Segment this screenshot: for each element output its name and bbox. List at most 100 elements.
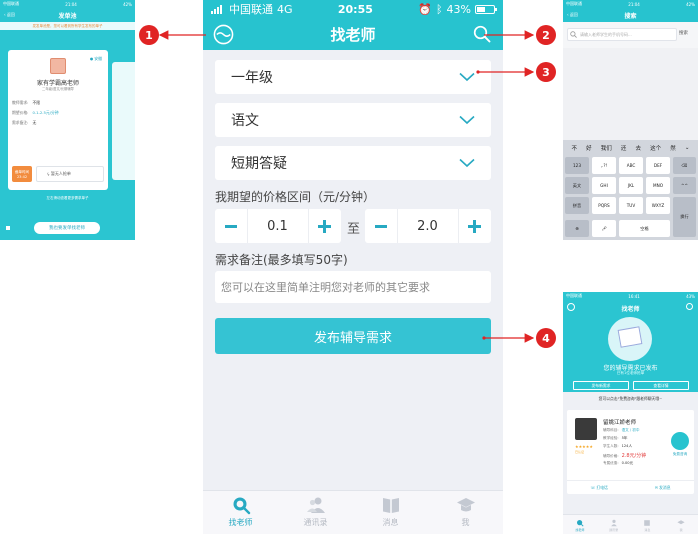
published-subtitle: 已有1位老师抢单: [616, 371, 645, 375]
price-min-stepper: 0.1: [215, 209, 341, 243]
tab-contacts[interactable]: 通讯录: [278, 491, 353, 534]
results-area: [563, 48, 698, 140]
tutoring-type-select[interactable]: 短期答疑: [215, 146, 491, 180]
teacher-subtitle: 二年级/语文/长期辅导: [42, 87, 74, 91]
space-key[interactable]: 空格: [619, 220, 670, 237]
order-card[interactable]: ● 安徽 家有学霸高老师 二年级/语文/长期辅导 教师需求: 不限 期望价格: 0.…: [8, 50, 108, 190]
signal-icon: [211, 4, 222, 14]
minus-icon[interactable]: [225, 224, 237, 228]
menu-icon[interactable]: [6, 226, 10, 230]
tab-me[interactable]: 我: [664, 515, 698, 534]
candidate[interactable]: 然: [670, 144, 676, 152]
row-label: 教师需求:: [12, 100, 29, 105]
grade-select[interactable]: 一年级: [215, 60, 491, 94]
key[interactable]: PQRS: [592, 197, 616, 214]
battery-level: 42%: [686, 1, 695, 7]
candidate[interactable]: 不: [572, 144, 578, 152]
publish-order-button[interactable]: 我也要发单找老师: [34, 222, 100, 234]
candidate[interactable]: 还: [621, 144, 627, 152]
enter-key[interactable]: 换行: [673, 197, 696, 237]
tab-messages[interactable]: 消息: [353, 491, 428, 534]
request-published-screen: 中国联通 16:41 43% 找老师 您的辅导需求已发布 已有1位老师抢单 发布…: [563, 292, 698, 534]
delete-key[interactable]: ⌫: [673, 157, 696, 174]
key[interactable]: 英文: [565, 177, 589, 194]
candidate[interactable]: 我们: [601, 144, 612, 152]
emoji-key[interactable]: ^^: [673, 177, 696, 194]
minus-icon[interactable]: [375, 224, 387, 228]
chevron-down-icon[interactable]: ⌄: [685, 145, 690, 151]
key[interactable]: ,.?!: [592, 157, 616, 174]
clock: 21:04: [65, 1, 77, 7]
chat-icon[interactable]: [671, 432, 689, 450]
key[interactable]: 123: [565, 157, 589, 174]
row-label: 辅导价格:: [603, 454, 619, 458]
plus-icon[interactable]: [318, 219, 331, 233]
candidate[interactable]: 这个: [650, 144, 661, 152]
plus-icon[interactable]: [468, 219, 481, 233]
tutoring-type-value: 短期答疑: [231, 156, 287, 172]
microphone-key[interactable]: 🎤︎: [592, 220, 616, 237]
tab-label: 我: [461, 518, 470, 527]
key[interactable]: GHI: [592, 177, 616, 194]
subject-select[interactable]: 语文: [215, 103, 491, 137]
key[interactable]: 拼音: [565, 197, 589, 214]
tab-bar: 找老师 通讯录 消息 我: [563, 514, 698, 534]
message-button[interactable]: ✉ 发消息: [655, 485, 671, 491]
find-teacher-screen: 中国联通 4G 20:55 ⏰ ᛒ 43% 找老师 一年级 语文 短期答疑 我期…: [203, 0, 503, 534]
key[interactable]: DEF: [646, 157, 670, 174]
view-details-button[interactable]: 查看详情: [633, 381, 689, 390]
row-label: 专属优惠:: [603, 461, 619, 465]
tab-find-teacher[interactable]: 找老师: [563, 515, 597, 534]
teacher-name: 留姚江娇老师: [603, 420, 637, 426]
battery-level: 42%: [123, 1, 132, 7]
row-value: 无: [32, 120, 37, 125]
search-input[interactable]: 请输入老师学生的手机号码...: [567, 28, 677, 41]
call-button[interactable]: ☏ 打电话: [590, 485, 607, 491]
deadline-time: 23:42: [16, 174, 28, 179]
key[interactable]: JKL: [619, 177, 643, 194]
avatar: [575, 418, 597, 440]
key[interactable]: MNO: [646, 177, 670, 194]
claim-label: 暂无人抢单: [50, 171, 71, 176]
tab-label: 找老师: [575, 528, 585, 532]
tab-messages[interactable]: 消息: [631, 515, 665, 534]
menu-icon[interactable]: [567, 303, 575, 311]
key[interactable]: TUV: [619, 197, 643, 214]
price-max-value[interactable]: 2.0: [417, 219, 438, 234]
next-order-card[interactable]: [112, 62, 135, 180]
globe-key[interactable]: ⊕: [565, 220, 589, 237]
tab-label: 消息: [644, 528, 651, 532]
new-request-button[interactable]: 发布新需求: [573, 381, 629, 390]
key[interactable]: ABC: [619, 157, 643, 174]
key[interactable]: WXYZ: [646, 197, 670, 214]
search-icon[interactable]: [686, 303, 693, 310]
chevron-down-icon: [459, 72, 475, 82]
consult-tip: 您可以点击"免费咨询"跟老师聊天哦~: [598, 396, 663, 401]
callout-1: 1: [139, 25, 159, 45]
candidate[interactable]: 好: [586, 144, 592, 152]
message-label: 发消息: [659, 484, 671, 490]
card-actions: ☏ 打电话 ✉ 发消息: [567, 480, 694, 494]
remark-input[interactable]: 您可以在这里简单注明您对老师的其它要求: [215, 271, 491, 303]
alarm-icon: ⏰: [418, 2, 432, 16]
price-max-stepper: 2.0: [365, 209, 491, 243]
candidate[interactable]: 去: [635, 144, 641, 152]
callout-3: 3: [536, 62, 556, 82]
tab-label: 找老师: [228, 518, 253, 527]
teacher-card[interactable]: ★★★★★ 已认证 留姚江娇老师 辅导科目: 语文 / 初中 教学经验: 5年 学生…: [567, 410, 694, 494]
battery-icon: [475, 4, 497, 14]
search-button[interactable]: 搜索: [679, 30, 688, 36]
free-consult-label[interactable]: 免费咨询: [665, 452, 695, 457]
book-icon: [382, 498, 399, 513]
claim-button[interactable]: ϟ 暂无人抢单: [36, 166, 104, 182]
tab-contacts[interactable]: 通讯录: [597, 515, 631, 534]
contacts-icon: [306, 497, 325, 513]
tab-find-teacher[interactable]: 找老师: [203, 491, 278, 534]
search-icon[interactable]: [473, 25, 491, 43]
tab-me[interactable]: 我: [428, 491, 503, 534]
menu-icon[interactable]: [213, 24, 234, 45]
publish-request-button[interactable]: 发布辅导需求: [215, 318, 491, 354]
search-icon: [233, 497, 250, 515]
price-min-value[interactable]: 0.1: [267, 219, 288, 234]
status-bar: 中国联通 21:04 42%: [563, 0, 698, 8]
